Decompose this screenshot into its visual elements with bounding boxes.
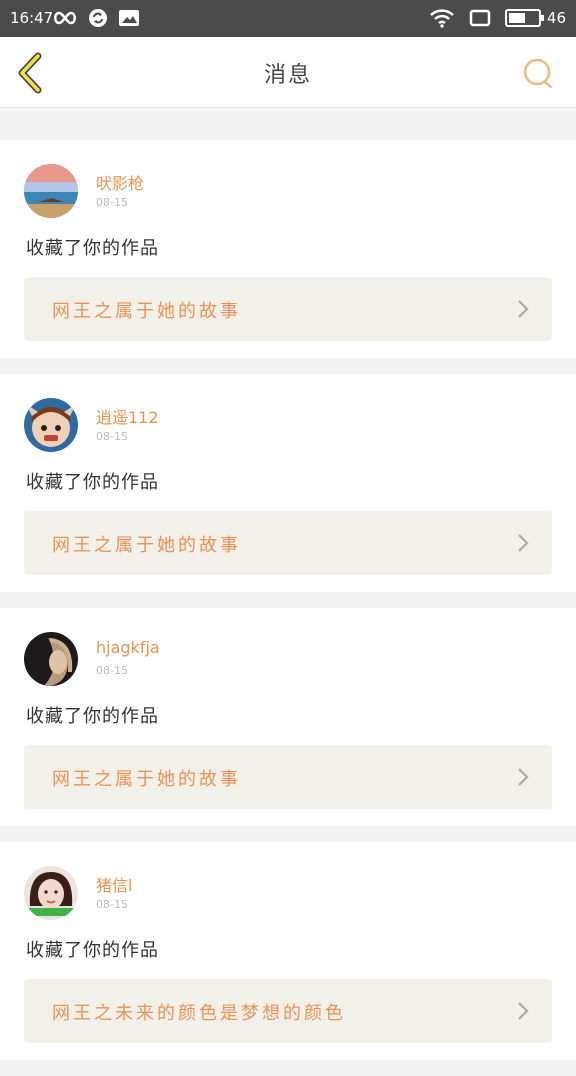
message-list: 吠影枪 08-15 收藏了你的作品 网王之属于她的故事 逍遥112 08-15 … [0,140,576,1076]
image-icon [119,10,139,26]
message-card: 吠影枪 08-15 收藏了你的作品 网王之属于她的故事 [0,140,576,358]
chevron-right-icon [518,534,529,552]
message-date: 08-15 [96,664,128,677]
username[interactable]: hjagkfja [96,638,160,657]
status-bar: 16:47 46 [0,0,576,37]
battery-icon [504,9,544,27]
chevron-right-icon [518,768,529,786]
message-date: 08-15 [96,196,128,209]
work-link[interactable]: 网王之属于她的故事 [24,745,552,809]
work-link[interactable]: 网王之属于她的故事 [24,511,552,575]
action-text: 收藏了你的作品 [26,940,159,961]
work-title: 网王之属于她的故事 [52,769,241,790]
status-icons-right: 46 [429,6,566,30]
avatar[interactable] [24,164,78,218]
sync-icon [89,9,107,27]
work-link[interactable]: 网王之未来的颜色是梦想的颜色 [24,979,552,1043]
avatar[interactable] [24,632,78,686]
work-title: 网王之属于她的故事 [52,301,241,322]
username[interactable]: 逍遥112 [96,404,159,428]
avatar[interactable] [24,398,78,452]
action-text: 收藏了你的作品 [26,706,159,727]
username[interactable]: 吠影枪 [96,170,144,194]
work-title: 网王之属于她的故事 [52,535,241,556]
battery-level: 46 [546,9,566,27]
username[interactable]: 猪信l [96,872,132,896]
work-title: 网王之未来的颜色是梦想的颜色 [52,1003,346,1024]
avatar[interactable] [24,866,78,920]
wifi-icon [430,9,454,28]
infinity-icon [54,11,76,25]
battery-indicator: 46 [504,8,566,28]
work-link[interactable]: 网王之属于她的故事 [24,277,552,341]
screen-icon [469,9,491,27]
message-date: 08-15 [96,898,128,911]
status-icons-left [52,7,140,29]
message-card: 猪信l 08-15 收藏了你的作品 网王之未来的颜色是梦想的颜色 [0,842,576,1060]
action-text: 收藏了你的作品 [26,238,159,259]
message-date: 08-15 [96,430,128,443]
nav-bar: 消息 [0,37,576,108]
action-text: 收藏了你的作品 [26,472,159,493]
message-card: hjagkfja 08-15 收藏了你的作品 网王之属于她的故事 [0,608,576,826]
chevron-right-icon [518,300,529,318]
page-title: 消息 [263,63,312,88]
message-card: 逍遥112 08-15 收藏了你的作品 网王之属于她的故事 [0,374,576,592]
status-time: 16:47 [10,9,54,27]
chevron-right-icon [518,1002,529,1020]
search-icon[interactable] [522,57,554,89]
